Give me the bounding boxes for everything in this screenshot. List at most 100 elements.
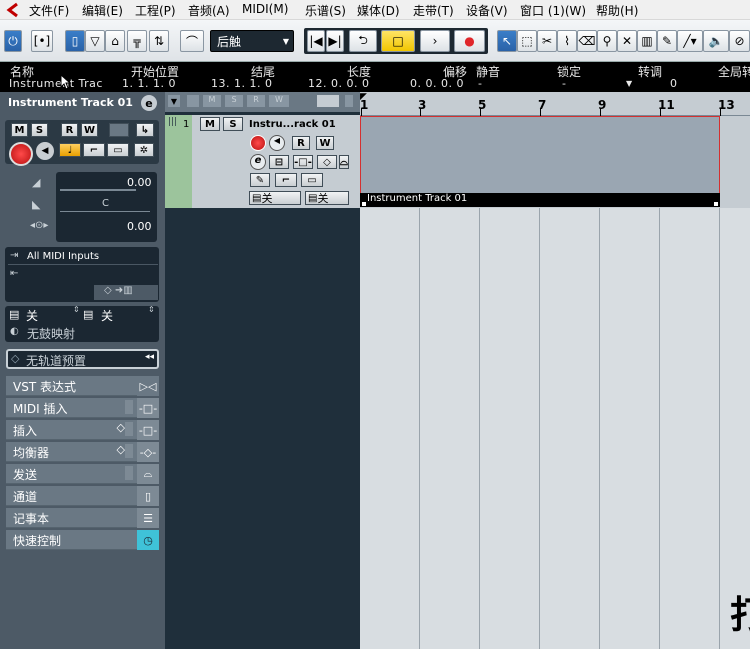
menu-media[interactable]: 媒体(D) — [357, 2, 400, 19]
track-freeze-icon[interactable]: ▭ — [301, 173, 323, 187]
info-value-length[interactable]: 12. 0. 0. 0 — [308, 77, 369, 90]
track-solo-button[interactable]: S — [223, 117, 243, 131]
event-grid[interactable]: Instrument Track 01 — [360, 116, 750, 649]
bank-value[interactable]: 关 — [101, 307, 113, 324]
erase-icon[interactable]: ⌫ — [577, 30, 597, 52]
pan-slider[interactable] — [60, 211, 150, 212]
speaker-icon[interactable]: 🔈 — [703, 30, 729, 52]
track-record-button[interactable] — [250, 135, 266, 151]
menu-transport[interactable]: 走带(T) — [413, 2, 454, 19]
music-note-icon[interactable]: ♩ — [59, 143, 81, 157]
stop-icon[interactable]: □ — [381, 30, 415, 52]
settings-gear-icon[interactable]: ✲ — [134, 143, 154, 157]
inspector-header[interactable]: Instrument Track 01 e — [0, 92, 165, 114]
snap-icon[interactable]: [•] — [31, 30, 53, 52]
comp-icon[interactable]: ▥ — [637, 30, 657, 52]
automation-mode-select[interactable]: 后触 ▼ — [210, 30, 294, 52]
channel-icon[interactable]: ⇅ — [149, 30, 169, 52]
freeze-icon[interactable]: ▭ — [107, 143, 129, 157]
track-pencil-icon[interactable]: ✎ — [250, 173, 270, 187]
divider-handle[interactable] — [345, 95, 353, 107]
line-icon[interactable]: ╱▾ — [677, 30, 703, 52]
bank-stepper-icon[interactable]: ⇕ — [148, 305, 155, 314]
instrument-slot[interactable]: ◇ ➜▥ — [94, 285, 158, 300]
track-eq-icon[interactable]: ◇ — [317, 155, 337, 169]
track-monitor-icon[interactable]: ◀ — [269, 135, 285, 151]
track-insert-icon[interactable]: -□- — [293, 155, 313, 169]
info-value-start[interactable]: 1. 1. 1. 0 — [122, 77, 176, 90]
mixer-icon[interactable]: ╦ — [127, 30, 147, 52]
track-filter-icon[interactable] — [187, 95, 199, 107]
split-icon[interactable]: ✂ — [537, 30, 557, 52]
info-value-end[interactable]: 13. 1. 1. 0 — [211, 77, 272, 90]
track-mute-button[interactable]: M — [200, 117, 220, 131]
section-quick-controls[interactable]: 快速控制 ◷ — [6, 530, 159, 550]
loop-icon[interactable]: ⮌ — [349, 30, 377, 52]
mute-button[interactable]: M — [11, 123, 28, 137]
menu-edit[interactable]: 编辑(E) — [82, 2, 123, 19]
read-all-icon[interactable]: R — [247, 95, 265, 107]
section-sends[interactable]: 发送 ⌓ — [6, 464, 159, 484]
play-icon[interactable]: › — [420, 30, 450, 52]
cubase-logo-icon[interactable] — [4, 2, 22, 18]
program-value[interactable]: 关 — [26, 307, 38, 324]
menu-audio[interactable]: 音频(A) — [188, 2, 230, 19]
collapse-icon[interactable]: ◂◂ — [145, 352, 154, 362]
ruler[interactable]: ◤ 1 3 5 7 9 11 13 — [360, 92, 750, 116]
volume-value[interactable]: 0.00 — [127, 176, 152, 189]
edit-instrument-icon[interactable]: e — [141, 95, 157, 111]
solo-all-icon[interactable]: S — [225, 95, 243, 107]
event-handle-right[interactable] — [713, 201, 719, 207]
track-program-field[interactable]: ▤ 关 — [249, 191, 301, 205]
record-enable-button[interactable] — [9, 142, 33, 166]
track-edit-icon[interactable]: e — [250, 154, 266, 170]
solo-button[interactable]: S — [31, 123, 48, 137]
track-lane-icon[interactable]: ⊟ — [269, 155, 289, 169]
midi-input-value[interactable]: All MIDI Inputs — [27, 251, 99, 262]
section-channel[interactable]: 通道 ▯ — [6, 486, 159, 506]
range-icon[interactable]: ⬚ — [517, 30, 537, 52]
section-midi-inserts[interactable]: MIDI 插入 -□- — [6, 398, 159, 418]
menu-score[interactable]: 乐谱(S) — [305, 2, 346, 19]
glue-icon[interactable]: ⌇ — [557, 30, 577, 52]
write-all-icon[interactable]: W — [269, 95, 289, 107]
info-value-lock[interactable]: - — [562, 77, 566, 90]
section-vst-expression[interactable]: VST 表达式 ▷◁ — [6, 376, 159, 396]
power-icon[interactable]: ⏻ — [4, 30, 22, 52]
track-preset-field[interactable]: ◇ 无轨道预置 ◂◂ — [6, 349, 159, 369]
menu-project[interactable]: 工程(P) — [135, 2, 176, 19]
menu-devices[interactable]: 设备(V) — [466, 2, 508, 19]
pointer-icon[interactable]: ↖ — [497, 30, 517, 52]
pan-value[interactable]: C — [102, 198, 109, 209]
lane-icon[interactable] — [109, 123, 129, 137]
quantize-icon[interactable]: ▽ — [85, 30, 105, 52]
info-value-mute[interactable]: - — [478, 77, 482, 90]
expand-icon[interactable]: ▼ — [168, 95, 180, 107]
mute-all-icon[interactable]: M — [203, 95, 221, 107]
go-start-icon[interactable]: |◀ — [307, 30, 325, 52]
write-automation-button[interactable]: W — [81, 123, 98, 137]
read-automation-button[interactable]: R — [61, 123, 78, 137]
mute-tool-icon[interactable]: ✕ — [617, 30, 637, 52]
volume-fader[interactable] — [60, 189, 136, 191]
menu-help[interactable]: 帮助(H) — [596, 2, 638, 19]
track-read-button[interactable]: R — [292, 136, 310, 150]
menu-file[interactable]: 文件(F) — [29, 2, 69, 19]
draw-icon[interactable]: ✎ — [657, 30, 677, 52]
track-write-button[interactable]: W — [316, 136, 334, 150]
program-stepper-icon[interactable]: ⇕ — [73, 305, 80, 314]
info-value-offset[interactable]: 0. 0. 0. 0 — [410, 77, 464, 90]
drum-map-value[interactable]: 无鼓映射 — [27, 325, 75, 342]
audition-icon[interactable]: ⊘ — [729, 30, 750, 52]
monitor-icon[interactable]: ◀ — [36, 142, 54, 160]
track-colors-icon[interactable] — [317, 95, 339, 107]
menu-window[interactable]: 窗口 (1)(W) — [520, 2, 586, 19]
track-row[interactable]: ||| 1 M S Instru...rack 01 ◀ R W e ⊟ -□-… — [165, 115, 360, 208]
section-inserts[interactable]: 插入 ◇ -□- — [6, 420, 159, 440]
event-handle-left[interactable] — [361, 201, 367, 207]
automation-icon[interactable]: ⌒ — [180, 30, 204, 52]
section-eq[interactable]: 均衡器 ◇ -◇- — [6, 442, 159, 462]
info-value-name[interactable]: Instrument Trac — [9, 77, 103, 90]
track-send-icon[interactable]: ⌓ — [339, 155, 349, 169]
section-notepad[interactable]: 记事本 ☰ — [6, 508, 159, 528]
